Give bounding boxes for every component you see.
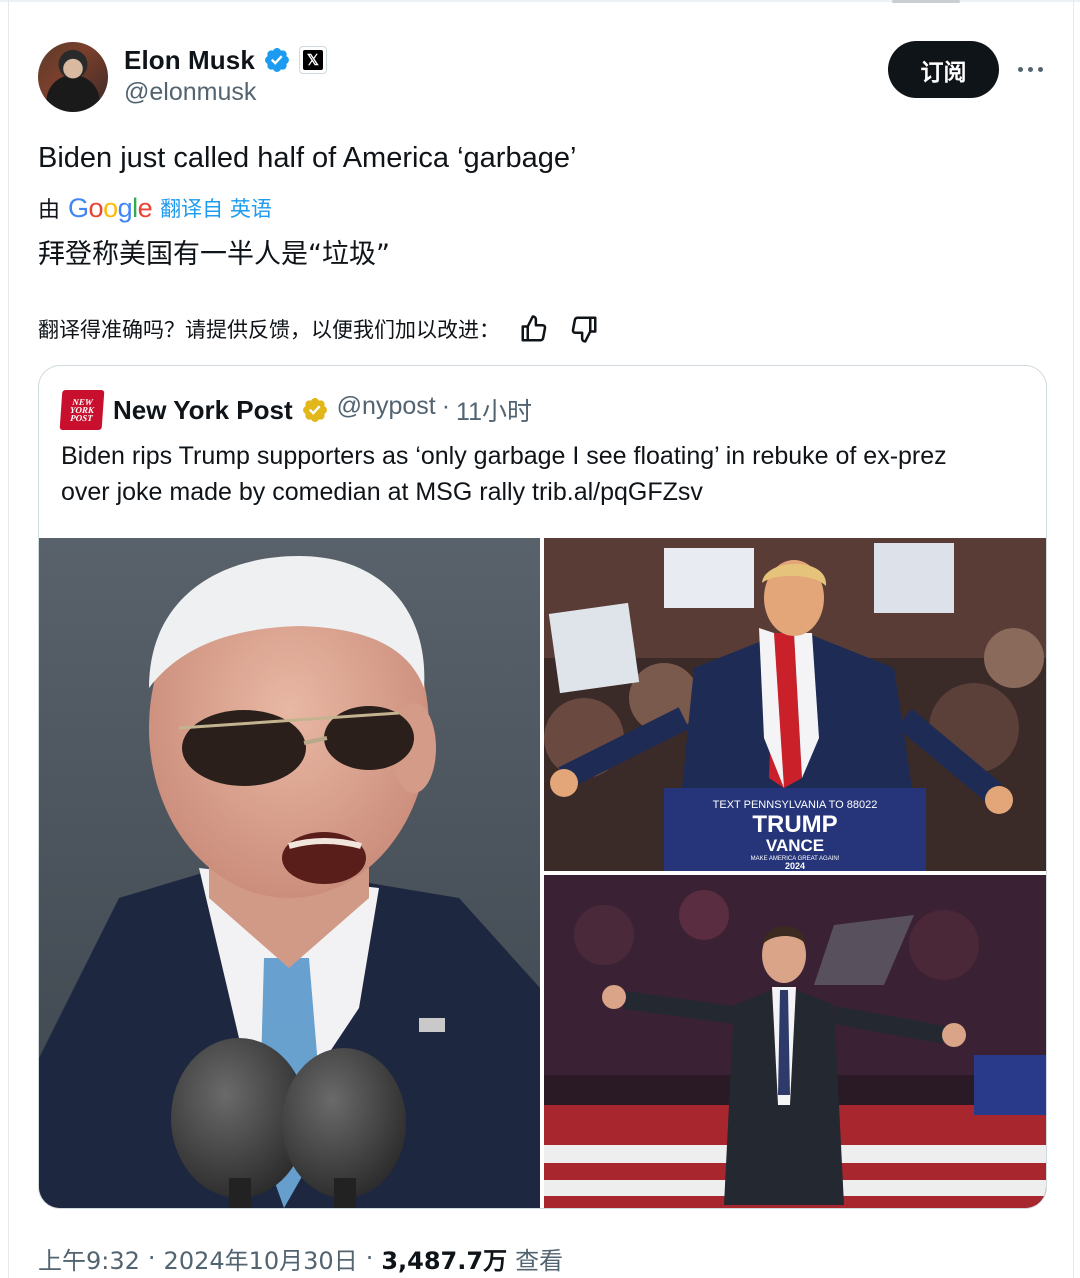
affiliate-badge[interactable]: 𝕏 — [298, 46, 327, 74]
quoted-text: Biden rips Trump supporters as ‘only gar… — [61, 442, 947, 506]
verified-badge-icon — [264, 48, 289, 72]
translated-by-label: 由 — [38, 198, 61, 223]
podium-sign-vance: VANCE — [766, 836, 824, 855]
quoted-time[interactable]: 11小时 — [456, 392, 532, 428]
quoted-post[interactable]: NEW YORK POST New York Post @nypost · 11小时… — [38, 365, 1047, 1209]
translated-text: 拜登称美国有一半人是“垃圾” — [38, 239, 390, 270]
quoted-handle[interactable]: @nypost — [337, 392, 436, 428]
scrollbar-thumb[interactable] — [892, 0, 960, 3]
x-logo-icon: 𝕏 — [302, 50, 323, 70]
quoted-author-name[interactable]: New York Post — [113, 395, 293, 426]
verified-gold-badge-icon — [302, 398, 327, 422]
quoted-meta: @nypost · 11小时 — [336, 392, 532, 428]
author-avatar[interactable] — [38, 42, 108, 112]
thumbs-up-icon[interactable] — [518, 313, 550, 345]
author-handle[interactable]: @elonmusk — [124, 78, 256, 107]
tweet-date[interactable]: 2024年10月30日 — [164, 1241, 358, 1276]
window-right-border — [1073, 0, 1074, 1278]
translated-from-link[interactable]: 翻译自 英语 — [160, 193, 272, 223]
subscribe-button[interactable]: 订阅 — [888, 41, 999, 98]
quoted-image-comedian[interactable] — [544, 875, 1046, 1208]
quoted-image-biden[interactable] — [39, 538, 540, 1208]
tweet-text: Biden just called half of America ‘garba… — [38, 142, 577, 174]
thumbs-down-icon[interactable] — [568, 313, 600, 345]
feedback-prompt: 翻译得准确吗？请提供反馈，以便我们加以改进： — [38, 318, 500, 342]
window-left-border — [8, 0, 9, 1278]
nypost-logo[interactable]: NEW YORK POST — [59, 390, 105, 430]
google-logo: Google — [68, 192, 153, 223]
translation-attribution: 由 Google 翻译自 英语 — [38, 190, 272, 226]
podium-sign-year: 2024 — [785, 861, 805, 871]
view-count-label: 查看 — [515, 1246, 564, 1275]
podium-sign-trump: TRUMP — [752, 811, 837, 838]
translation-feedback: 翻译得准确吗？请提供反馈，以便我们加以改进： — [38, 310, 600, 348]
author-name-row: Elon Musk 𝕏 — [124, 42, 327, 78]
tweet-footer: 上午9:32 · 2024年10月30日 · 3,487.7万 查看 — [38, 1238, 563, 1278]
podium-sign-line1: TEXT PENNSYLVANIA TO 88022 — [713, 799, 878, 811]
quoted-image-trump[interactable]: TEXT PENNSYLVANIA TO 88022 TRUMP VANCE M… — [544, 538, 1046, 871]
view-count: 3,487.7万 — [381, 1246, 508, 1275]
tweet-time[interactable]: 上午9:32 — [38, 1241, 140, 1276]
quoted-post-header: NEW YORK POST New York Post @nypost · 11小时 — [59, 390, 532, 430]
more-options-icon[interactable] — [1014, 56, 1046, 82]
author-display-name[interactable]: Elon Musk — [124, 45, 255, 76]
